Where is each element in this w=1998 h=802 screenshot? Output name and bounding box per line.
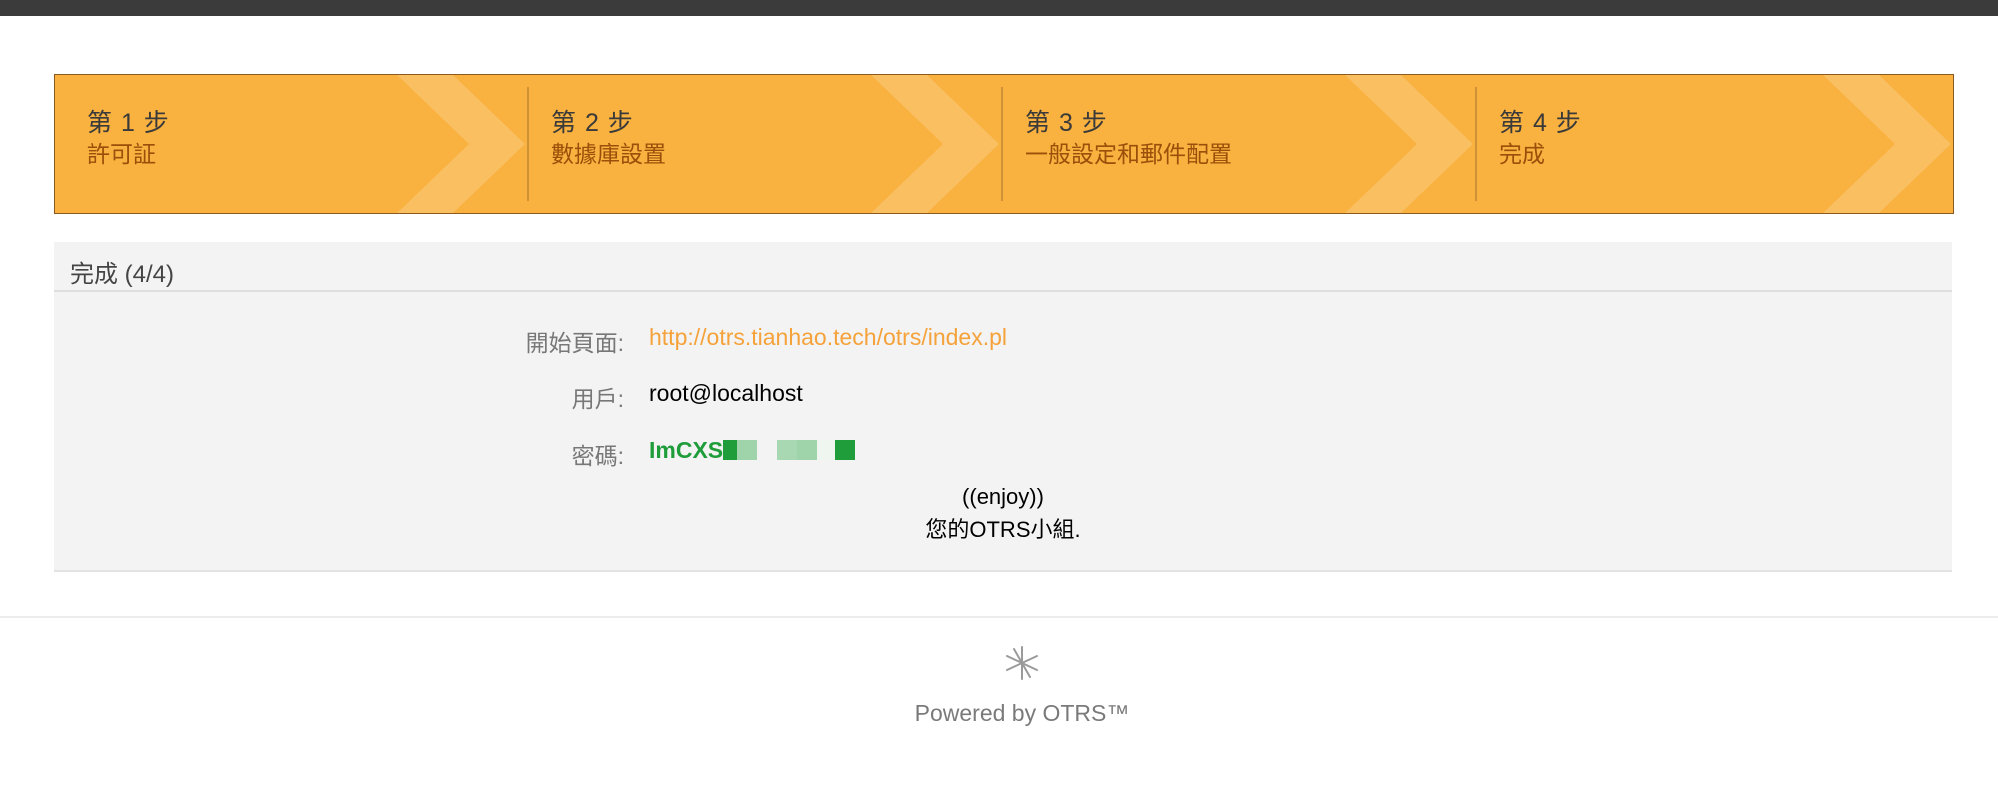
- password-mask: [817, 440, 836, 460]
- chevron-icon: [397, 75, 525, 213]
- password-mask: [757, 440, 777, 460]
- finish-panel: 完成 (4/4) 開始頁面: http://otrs.tianhao.tech/…: [54, 242, 1952, 572]
- user-value: root@localhost: [649, 380, 803, 406]
- chevron-icon: [1345, 75, 1473, 213]
- password-label: 密碼:: [571, 443, 624, 469]
- step-label: 許可証: [87, 141, 156, 167]
- step-1: 第 1 步 許可証: [55, 75, 529, 213]
- panel-header: 完成 (4/4): [54, 242, 1952, 292]
- step-number: 第 2 步: [551, 109, 634, 137]
- step-3: 第 3 步 一般設定和郵件配置: [1003, 75, 1477, 213]
- step-label: 完成: [1499, 141, 1545, 167]
- otrs-logo-icon: [1006, 646, 1038, 680]
- footer-divider: [0, 616, 1998, 618]
- step-label: 一般設定和郵件配置: [1025, 141, 1232, 167]
- powered-by-text: Powered by OTRS™: [914, 700, 1130, 726]
- panel-title: 完成 (4/4): [70, 261, 175, 288]
- chevron-icon: [871, 75, 999, 213]
- step-number: 第 1 步: [87, 109, 170, 137]
- password-mask: [797, 440, 818, 460]
- password-value: ImCXS: [649, 437, 856, 464]
- password-mask: [737, 440, 758, 460]
- installer-steps: 第 1 步 許可証 第 2 步 數據庫設置 第 3 步 一般設定和郵件配置 第 …: [54, 74, 1954, 214]
- chevron-icon: [1823, 75, 1951, 213]
- password-text: ImCXS: [649, 437, 724, 463]
- start-page-label: 開始頁面:: [525, 330, 624, 356]
- top-bar: [0, 0, 1998, 16]
- step-2: 第 2 步 數據庫設置: [529, 75, 1003, 213]
- step-label: 數據庫設置: [551, 141, 666, 167]
- step-number: 第 4 步: [1499, 109, 1582, 137]
- password-mask: [835, 440, 856, 460]
- password-mask: [777, 440, 798, 460]
- step-4: 第 4 步 完成: [1477, 75, 1953, 213]
- step-number: 第 3 步: [1025, 109, 1108, 137]
- enjoy-text: ((enjoy)): [962, 484, 1044, 509]
- password-mask: [723, 440, 738, 460]
- signature-text: 您的OTRS小組.: [925, 517, 1081, 542]
- user-label: 用戶:: [571, 386, 624, 412]
- start-page-link[interactable]: http://otrs.tianhao.tech/otrs/index.pl: [649, 324, 1007, 351]
